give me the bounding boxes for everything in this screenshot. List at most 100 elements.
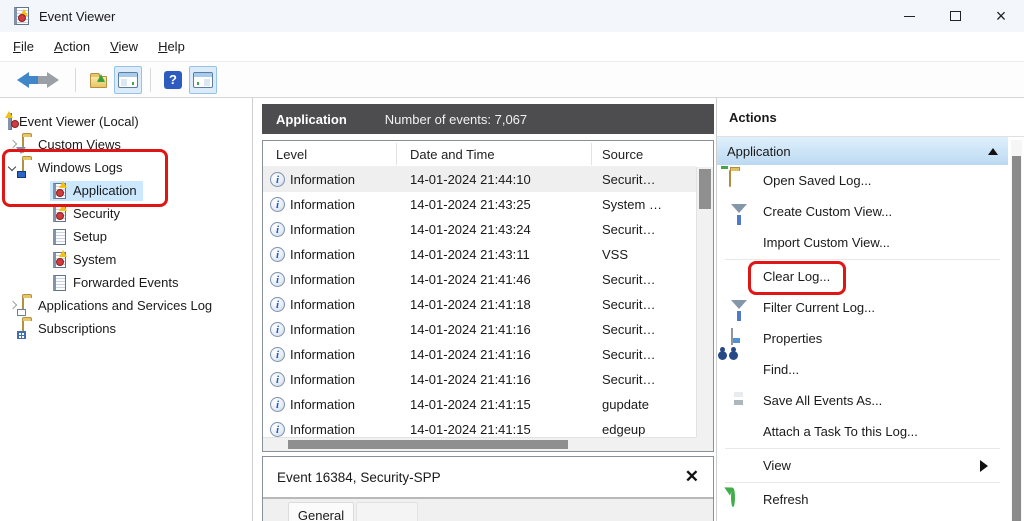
- table-row[interactable]: i Information 14-01-2024 21:41:16 Securit…: [263, 367, 696, 392]
- cell-datetime: 14-01-2024 21:41:46: [410, 272, 531, 287]
- preview-title: Event 16384, Security-SPP: [277, 469, 441, 485]
- cell-source: Securit…: [602, 322, 656, 337]
- events-log-name: Application: [276, 111, 347, 127]
- menu-action[interactable]: Action: [44, 34, 100, 59]
- back-button[interactable]: [9, 66, 38, 94]
- help-icon: ?: [164, 70, 182, 89]
- action-properties[interactable]: Properties: [717, 323, 1000, 354]
- action-open-saved-log[interactable]: Open Saved Log...: [717, 165, 1000, 196]
- tree-item-forwarded-events[interactable]: Forwarded Events: [0, 271, 252, 294]
- tree-item-root[interactable]: Event Viewer (Local): [0, 110, 252, 133]
- refresh-icon: [729, 487, 751, 510]
- table-row[interactable]: i Information 14-01-2024 21:41:15 edgeup: [263, 417, 696, 437]
- table-row[interactable]: i Information 14-01-2024 21:43:25 System …: [263, 192, 696, 217]
- console-tree-icon: [118, 71, 138, 88]
- table-row[interactable]: i Information 14-01-2024 21:41:16 Securit…: [263, 342, 696, 367]
- security-log-icon: [53, 203, 67, 222]
- cell-datetime: 14-01-2024 21:43:11: [410, 247, 530, 262]
- action-view[interactable]: View: [717, 450, 1000, 481]
- table-vertical-scrollbar[interactable]: [696, 167, 713, 437]
- menu-file[interactable]: File: [3, 34, 44, 59]
- column-header-date[interactable]: Date and Time: [397, 142, 592, 165]
- collapse-up-icon[interactable]: [988, 147, 998, 155]
- table-row[interactable]: i Information 14-01-2024 21:41:15 gupdate: [263, 392, 696, 417]
- table-body: i Information 14-01-2024 21:44:10 Securit…: [263, 167, 696, 437]
- menu-view[interactable]: View: [100, 34, 148, 59]
- actions-section-header[interactable]: Application: [717, 137, 1008, 165]
- preview-close-button[interactable]: ✕: [685, 468, 699, 485]
- actions-panel: Actions Application Open Saved Log... Cr…: [716, 98, 1024, 521]
- forward-button[interactable]: [38, 66, 67, 94]
- show-action-pane-button[interactable]: [189, 65, 217, 94]
- tree-item-label: System: [73, 252, 117, 267]
- setup-log-icon: [53, 228, 66, 245]
- tree-item-setup[interactable]: Setup: [0, 225, 252, 248]
- action-filter-current-log[interactable]: Filter Current Log...: [717, 292, 1000, 323]
- table-row[interactable]: i Information 14-01-2024 21:44:10 Securit…: [263, 167, 696, 192]
- tree-item-windows-logs[interactable]: Windows Logs: [0, 156, 252, 179]
- up-one-level-button[interactable]: [84, 66, 112, 94]
- table-row[interactable]: i Information 14-01-2024 21:41:18 Securit…: [263, 292, 696, 317]
- action-clear-log[interactable]: Clear Log...: [717, 261, 1000, 292]
- maximize-icon: [949, 11, 961, 21]
- action-find[interactable]: Find...: [717, 354, 1000, 385]
- tree-item-application[interactable]: Application: [0, 179, 252, 202]
- filter-icon: [729, 298, 751, 318]
- action-label: Clear Log...: [763, 269, 831, 284]
- preview-header: Event 16384, Security-SPP ✕: [263, 457, 713, 499]
- tree-item-custom-views[interactable]: Custom Views: [0, 133, 252, 156]
- tab-general[interactable]: General: [288, 502, 354, 521]
- actions-section-label: Application: [727, 143, 791, 159]
- table-row[interactable]: i Information 14-01-2024 21:41:46 Securit…: [263, 267, 696, 292]
- close-button[interactable]: ×: [978, 0, 1024, 32]
- titlebar: Event Viewer ×: [0, 0, 1024, 32]
- events-table: Level Date and Time Source i Information …: [262, 140, 714, 452]
- minimize-button[interactable]: [886, 0, 932, 32]
- events-panel: Application Number of events: 7,067 Leve…: [259, 98, 714, 521]
- cell-level: Information: [290, 272, 356, 287]
- menu-help[interactable]: Help: [148, 34, 195, 59]
- subscriptions-folder-icon: [17, 320, 26, 339]
- column-header-level[interactable]: Level: [263, 142, 397, 165]
- cell-source: Securit…: [602, 222, 656, 237]
- information-icon: i: [270, 372, 285, 387]
- show-console-tree-button[interactable]: [114, 65, 142, 94]
- table-row[interactable]: i Information 14-01-2024 21:43:24 Securit…: [263, 217, 696, 242]
- scrollbar-thumb[interactable]: [288, 440, 568, 449]
- tree-item-system[interactable]: System: [0, 248, 252, 271]
- help-button[interactable]: ?: [159, 66, 187, 94]
- table-row[interactable]: i Information 14-01-2024 21:43:11 VSS: [263, 242, 696, 267]
- console-tree-panel: Event Viewer (Local) Custom Views Window…: [0, 98, 253, 521]
- cell-level: Information: [290, 322, 356, 337]
- tree-item-applications-and-services[interactable]: Applications and Services Log: [0, 294, 252, 317]
- no-icon: [729, 233, 751, 253]
- action-import-custom-view[interactable]: Import Custom View...: [717, 227, 1000, 258]
- tree-item-security[interactable]: Security: [0, 202, 252, 225]
- information-icon: i: [270, 272, 285, 287]
- action-label: Create Custom View...: [763, 204, 893, 219]
- scrollbar-thumb[interactable]: [1012, 156, 1021, 521]
- action-label: Open Saved Log...: [763, 173, 872, 188]
- tab-hidden[interactable]: [356, 502, 418, 521]
- custom-views-folder-icon: [16, 136, 26, 154]
- tree-item-label: Forwarded Events: [73, 275, 179, 290]
- column-header-source[interactable]: Source: [592, 143, 696, 165]
- scrollbar-thumb[interactable]: [699, 169, 711, 209]
- action-create-custom-view[interactable]: Create Custom View...: [717, 196, 1000, 227]
- cell-datetime: 14-01-2024 21:41:16: [410, 347, 531, 362]
- maximize-button[interactable]: [932, 0, 978, 32]
- no-icon: [729, 456, 751, 476]
- action-attach-task[interactable]: Attach a Task To this Log...: [717, 416, 1000, 447]
- information-icon: i: [270, 247, 285, 262]
- action-save-all-events[interactable]: Save All Events As...: [717, 385, 1000, 416]
- close-icon: ×: [995, 6, 1007, 26]
- actions-vertical-scrollbar[interactable]: [1011, 140, 1022, 521]
- actions-separator: [725, 482, 1000, 483]
- table-horizontal-scrollbar[interactable]: [263, 437, 696, 451]
- cell-datetime: 14-01-2024 21:43:25: [410, 197, 531, 212]
- action-refresh[interactable]: Refresh: [717, 484, 1000, 515]
- action-label: Filter Current Log...: [763, 300, 875, 315]
- tree-item-subscriptions[interactable]: Subscriptions: [0, 317, 252, 340]
- action-label: Find...: [763, 362, 800, 377]
- table-row[interactable]: i Information 14-01-2024 21:41:16 Securit…: [263, 317, 696, 342]
